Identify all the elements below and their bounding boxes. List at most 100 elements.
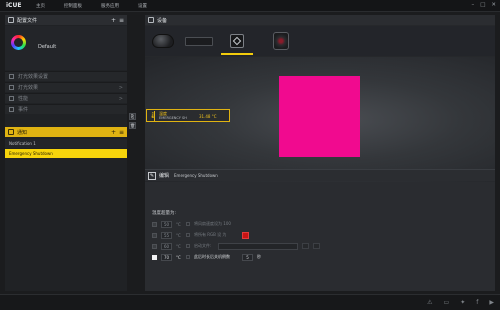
device-lighting-node[interactable] xyxy=(221,29,253,55)
maximize-icon[interactable]: □ xyxy=(480,2,485,8)
profile-icon xyxy=(8,17,14,23)
mini-tools: ⎘ 🗑 xyxy=(129,113,138,132)
menu-label: 灯光效果设置 xyxy=(18,74,49,80)
chevron-right-icon: > xyxy=(118,84,123,91)
tag-value: 31.48 °C xyxy=(199,114,217,119)
mouse-icon xyxy=(152,34,174,48)
rule-row: 70 °C 此后时长后关机倒数 5 秒 xyxy=(152,253,261,261)
menu-item-performance[interactable]: 性能 > xyxy=(5,93,127,103)
rule-toggle[interactable] xyxy=(186,244,190,248)
copy-icon[interactable]: ⎘ xyxy=(129,113,136,120)
notification-item[interactable]: Notification 1 xyxy=(5,139,127,148)
editor-header: ✎ 编辑 Emergency Shutdown xyxy=(145,169,495,181)
rule-row: 55 °C 将所有 RGB 设 为 xyxy=(152,231,249,239)
edit-icon: ✎ xyxy=(148,171,156,180)
notifications-header: 通知 + ≡ xyxy=(5,127,127,137)
events-icon xyxy=(9,107,14,112)
threshold-input[interactable]: 60 xyxy=(161,242,172,250)
menu-label: 灯光效果 xyxy=(18,85,39,91)
clear-button[interactable] xyxy=(313,243,320,249)
lighting-setup-icon xyxy=(9,74,14,79)
device-fan[interactable] xyxy=(265,29,297,53)
chevron-right-icon: > xyxy=(118,95,123,102)
lighting-node-icon xyxy=(230,34,244,48)
profile-name: Default xyxy=(38,44,57,50)
notifications-title: 通知 xyxy=(17,129,28,136)
fan-icon xyxy=(273,32,289,50)
lighting-effects-icon xyxy=(9,85,14,90)
device-preview: 🌡 温度 EMERGENCY SH 31.48 °C xyxy=(145,57,495,182)
seconds-label: 秒 xyxy=(257,254,261,259)
rule-label: 启动文件: xyxy=(194,243,212,248)
twitter-icon[interactable]: ✦ xyxy=(460,299,465,306)
rule-row: 60 °C 启动文件: xyxy=(152,242,320,250)
devices-header: 设备 xyxy=(145,15,495,25)
editor-title: 编辑 xyxy=(159,173,170,179)
color-picker[interactable] xyxy=(242,231,249,239)
tag-subtitle: EMERGENCY SH xyxy=(159,116,187,120)
editor-subtitle: Emergency Shutdown xyxy=(174,173,218,178)
threshold-input[interactable]: 55 xyxy=(161,231,172,239)
notification-item-selected[interactable]: Emergency Shutdown xyxy=(5,149,127,158)
notification-menu-icon[interactable]: ≡ xyxy=(119,129,124,136)
rule-label: 此后时长后关机倒数 xyxy=(194,254,230,259)
threshold-input[interactable]: 70 xyxy=(161,253,172,261)
rule-label: 将风扇速度设为 100 xyxy=(194,221,231,226)
thermometer-icon: 🌡 xyxy=(149,111,157,121)
left-panel: 配置文件 + ≡ Default 灯光效果设置 灯光效果 > 性能 > 事件 通… xyxy=(5,15,127,291)
menu-label: 性能 xyxy=(18,96,29,102)
file-path-input[interactable] xyxy=(218,242,298,250)
facebook-icon[interactable]: f xyxy=(476,299,478,306)
nav-settings[interactable]: 设置 xyxy=(138,3,147,9)
add-profile-button[interactable]: + xyxy=(111,17,116,24)
devices-title: 设备 xyxy=(157,17,168,24)
nav-services[interactable]: 服务应用 xyxy=(101,3,119,9)
app-brand: iCUE xyxy=(6,2,22,9)
menu-item-lighting-effects[interactable]: 灯光效果 > xyxy=(5,82,127,92)
profile-card[interactable]: Default xyxy=(5,26,127,70)
unit-label: °C xyxy=(176,254,181,260)
temperature-tag[interactable]: 🌡 温度 EMERGENCY SH 31.48 °C xyxy=(146,109,230,122)
rule-checkbox[interactable] xyxy=(152,243,157,249)
rule-checkbox[interactable] xyxy=(152,221,157,227)
add-notification-button[interactable]: + xyxy=(111,129,116,136)
device-mouse[interactable] xyxy=(147,29,179,53)
nav-home[interactable]: 主页 xyxy=(36,3,45,9)
rule-label: 将所有 RGB 设 为 xyxy=(194,232,227,237)
minimize-icon[interactable]: – xyxy=(471,2,474,8)
keyboard-icon xyxy=(185,36,213,46)
rule-toggle[interactable] xyxy=(186,233,190,237)
chat-icon[interactable]: ▭ xyxy=(444,299,450,306)
menu-label: 事件 xyxy=(18,107,29,113)
rule-toggle[interactable] xyxy=(186,255,190,259)
unit-label: °C xyxy=(176,243,181,249)
menu-item-lighting-setup[interactable]: 灯光效果设置 xyxy=(5,71,127,81)
warning-icon[interactable]: ⚠ xyxy=(427,299,432,306)
unit-label: °C xyxy=(176,221,181,227)
rule-row: 50 °C 将风扇速度设为 100 xyxy=(152,220,238,228)
unit-label: °C xyxy=(176,232,181,238)
rule-checkbox[interactable] xyxy=(152,232,157,238)
nav-dashboard[interactable]: 控制面板 xyxy=(64,3,82,9)
right-panel: 设备 🌡 温度 EMERGENCY SH 31.48 °C ✎ 编辑 Emerg… xyxy=(145,15,495,291)
delete-icon[interactable]: 🗑 xyxy=(129,122,136,129)
rule-toggle[interactable] xyxy=(186,222,190,226)
profiles-header: 配置文件 + ≡ xyxy=(5,15,127,25)
device-keyboard[interactable] xyxy=(183,29,215,53)
top-nav: 主页 控制面板 服务应用 设置 xyxy=(36,3,147,9)
title-bar: iCUE 主页 控制面板 服务应用 设置 – □ ✕ xyxy=(0,0,500,12)
browse-button[interactable] xyxy=(302,243,309,249)
threshold-title: 温度超量为: xyxy=(152,211,177,216)
rule-checkbox-checked[interactable] xyxy=(152,254,157,260)
profile-menu-icon[interactable]: ≡ xyxy=(119,17,124,24)
seconds-input[interactable]: 5 xyxy=(242,253,253,261)
menu-item-events[interactable]: 事件 xyxy=(5,104,127,114)
rgb-ring-icon xyxy=(11,35,26,50)
profiles-title: 配置文件 xyxy=(17,17,38,24)
device-strip xyxy=(145,26,495,56)
youtube-icon[interactable]: ▶ xyxy=(489,299,494,306)
status-bar: ⚠ ▭ ✦ f ▶ xyxy=(0,294,500,310)
close-icon[interactable]: ✕ xyxy=(491,2,496,8)
threshold-input[interactable]: 50 xyxy=(161,220,172,228)
performance-icon xyxy=(9,96,14,101)
